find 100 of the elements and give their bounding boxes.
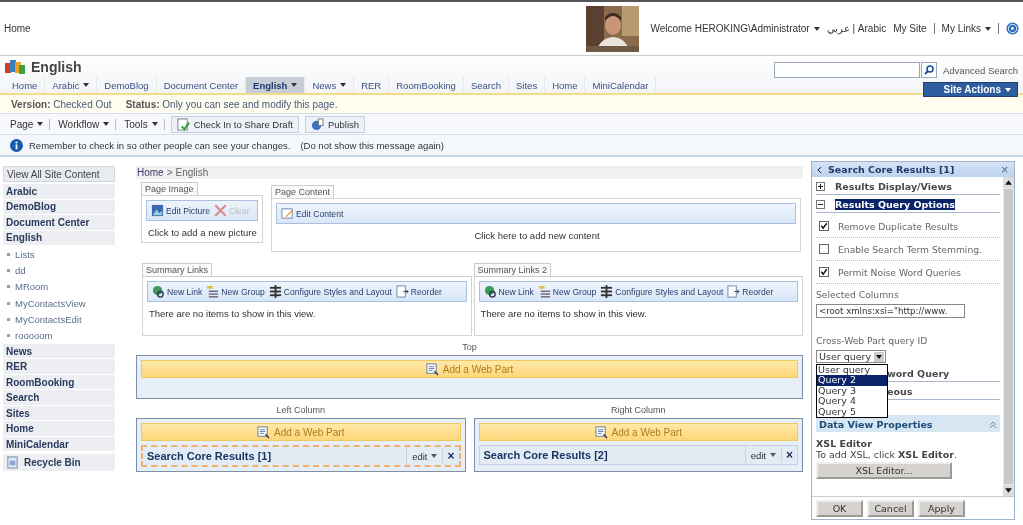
summary-tool-button[interactable]: New Link [152, 285, 203, 298]
dropdown-option[interactable]: Query 4 [817, 396, 887, 407]
back-icon[interactable] [817, 165, 822, 174]
toolbar-button[interactable]: Check In to Share Draft [170, 115, 299, 133]
reorder-icon [727, 285, 741, 298]
summary-tool-button[interactable]: New Group [206, 285, 265, 298]
globe-link-icon [483, 285, 497, 298]
expander-icon[interactable] [816, 200, 825, 209]
summary-tool-button[interactable]: Reorder [727, 285, 774, 298]
dialog-button[interactable]: OK [816, 499, 863, 517]
dropdown-option[interactable]: User query [817, 365, 887, 376]
dropdown-option[interactable]: Query 2 [817, 375, 887, 386]
section-header[interactable]: word Query [887, 368, 950, 379]
scroll-down-icon[interactable] [1003, 485, 1014, 496]
web-part-header[interactable]: Search Core Results [2] edit × [478, 445, 798, 465]
query-dropdown[interactable]: User query [816, 350, 887, 363]
breadcrumb-item[interactable]: Home [137, 167, 164, 178]
language-link[interactable]: عربي | Arabic [826, 23, 887, 34]
nav-tab[interactable]: English [246, 77, 306, 93]
sidebar-item[interactable]: Search [3, 390, 115, 406]
my-site-link[interactable]: My Site [893, 23, 927, 34]
section-header[interactable]: eous [887, 386, 913, 397]
sidebar-item[interactable]: Arabic [3, 184, 115, 200]
toolbar-button[interactable]: Publish [304, 115, 366, 133]
zone-title: Summary Links 2 [473, 263, 552, 276]
collapse-icon[interactable] [989, 420, 997, 429]
edit-picture-button[interactable]: Edit Picture [151, 204, 210, 217]
checkbox[interactable] [819, 221, 829, 231]
welcome-menu[interactable]: Welcome HEROKING\Administrator [650, 23, 820, 34]
add-content-link[interactable]: Click here to add new content [472, 230, 600, 241]
dialog-button[interactable]: Apply [918, 499, 965, 517]
summary-tool-button[interactable]: New Group [537, 285, 597, 298]
edit-menu[interactable]: edit [406, 447, 443, 465]
advanced-search-link[interactable]: Advanced Search [943, 64, 1018, 76]
add-web-part-icon [425, 362, 439, 376]
edit-menu[interactable]: edit [744, 446, 781, 464]
xsl-editor-button[interactable]: XSL Editor... [816, 462, 952, 479]
site-actions-menu[interactable]: Site Actions [922, 82, 1018, 97]
add-picture-link[interactable]: Click to add a new picture [146, 227, 258, 238]
dismiss-link[interactable]: (Do not show this message again) [300, 139, 445, 151]
help-text: To add XSL, click XSL Editor. [816, 449, 958, 460]
reorder-icon [395, 285, 409, 298]
web-part-title: Search Core Results [1] [146, 450, 273, 462]
view-all-link[interactable]: View All Site Content [3, 166, 115, 182]
search-icon [924, 65, 934, 75]
site-title: English [31, 58, 82, 75]
toolbar-menu[interactable]: Workflow [56, 118, 117, 130]
sidebar-item[interactable]: Home [3, 421, 115, 437]
empty-message: There are no items to show in this view. [479, 308, 648, 319]
recycle-bin-link[interactable]: Recycle Bin [3, 454, 115, 473]
help-icon[interactable] [1006, 22, 1019, 35]
dialog-button[interactable]: Cancel [867, 499, 914, 517]
close-button[interactable]: × [781, 448, 797, 462]
dropdown-option[interactable]: Query 3 [817, 385, 887, 397]
version-status: Version: Checked Out [11, 98, 112, 110]
input-field[interactable]: <root xmlns:xsi="http://www. [816, 304, 965, 318]
search-button[interactable] [921, 62, 937, 78]
web-part-header[interactable]: Search Core Results [1] edit × [141, 445, 461, 467]
expander-icon[interactable] [816, 182, 825, 191]
breadcrumb-separator: > [166, 167, 173, 178]
sidebar-item[interactable]: News [3, 343, 115, 360]
checkbox-label: Remove Duplicate Results [838, 220, 959, 232]
sidebar-subitem[interactable]: MyContactsEdit [3, 311, 115, 328]
sidebar-item[interactable]: Document Center [3, 215, 115, 231]
summary-tool-button[interactable]: Configure Styles and Layout [268, 285, 392, 298]
edit-content-button[interactable]: Edit Content [281, 207, 344, 220]
checkbox[interactable] [819, 244, 829, 254]
toolbar-menu[interactable]: Page [8, 118, 51, 130]
sidebar-subitem[interactable]: MRoom [3, 278, 115, 295]
zone-label: Top [462, 342, 477, 352]
pencil-page-icon [281, 207, 294, 220]
checkbox-label: Enable Search Term Stemming. [838, 243, 982, 255]
my-links-menu[interactable]: My Links [941, 23, 991, 34]
summary-tool-button[interactable]: Configure Styles and Layout [600, 285, 724, 298]
scrollbar[interactable] [1003, 177, 1014, 496]
checkbox[interactable] [819, 267, 829, 277]
field-label: Selected Columns [816, 289, 900, 300]
check-in-icon [176, 117, 190, 131]
close-button[interactable]: × [1000, 164, 1009, 175]
add-web-part-icon [594, 425, 608, 439]
summary-tool-button[interactable]: Reorder [395, 285, 442, 298]
sidebar-subitem[interactable]: dd [3, 262, 115, 279]
scroll-up-icon[interactable] [1003, 177, 1014, 188]
zone-label: Left Column [276, 405, 325, 415]
toolbar-menu[interactable]: Tools [122, 118, 165, 130]
sidebar-item[interactable]: RER [3, 359, 115, 375]
summary-tool-button[interactable]: New Link [483, 285, 534, 298]
zone-title: Page Image [141, 182, 198, 195]
close-button[interactable]: × [442, 449, 459, 463]
home-link[interactable]: Home [4, 23, 31, 34]
section-header[interactable]: Results Display/Views [835, 181, 952, 192]
search-field[interactable] [774, 62, 920, 78]
sidebar-subitem[interactable]: Lists [3, 246, 115, 263]
sidebar-subitem[interactable]: rooooom [3, 327, 115, 344]
sidebar-subitem[interactable]: MyContactsView [3, 294, 115, 312]
zone-title: Summary Links [142, 263, 212, 276]
checkbox-label: Permit Noise Word Queries [838, 266, 961, 278]
section-header[interactable]: Results Query Options [835, 199, 956, 210]
add-web-part-icon [257, 425, 271, 439]
dropdown-option[interactable]: Query 5 [817, 406, 887, 418]
